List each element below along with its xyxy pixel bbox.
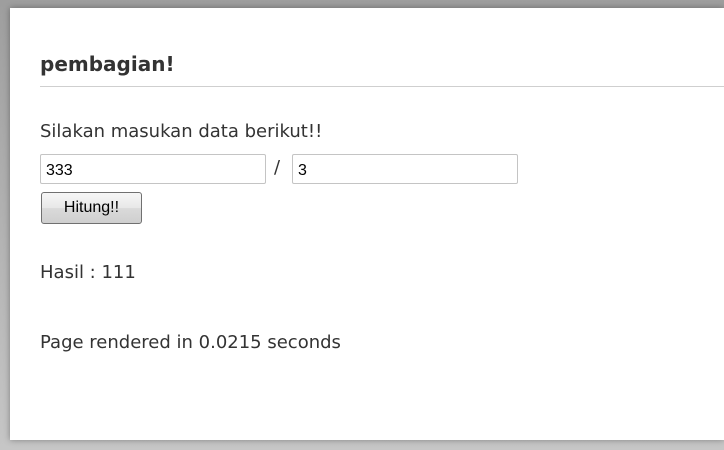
- dividend-input[interactable]: [40, 154, 266, 184]
- divisor-input[interactable]: [292, 154, 518, 184]
- page-panel: pembagian! Silakan masukan data berikut!…: [10, 8, 724, 440]
- render-time-text: Page rendered in 0.0215 seconds: [40, 332, 341, 353]
- result-line: Hasil : 111: [40, 262, 136, 283]
- result-label: Hasil :: [40, 262, 102, 283]
- title-divider: [40, 86, 724, 87]
- result-value: 111: [101, 262, 136, 283]
- page-title: pembagian!: [40, 52, 175, 76]
- calculate-button[interactable]: Hitung!!: [41, 192, 142, 224]
- intro-text: Silakan masukan data berikut!!: [40, 121, 323, 142]
- division-sign: /: [274, 157, 281, 178]
